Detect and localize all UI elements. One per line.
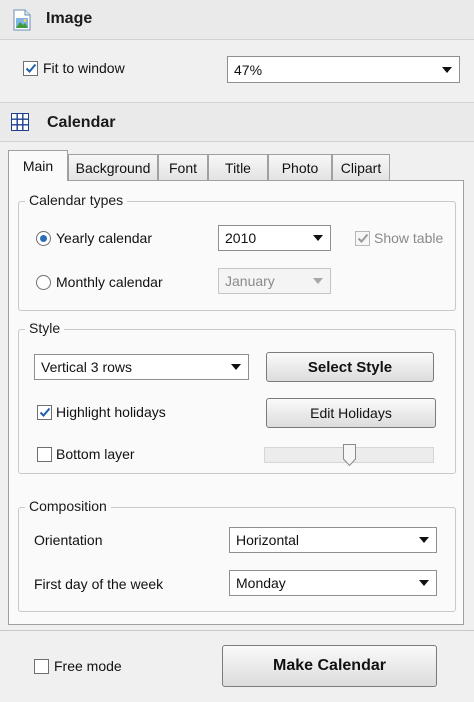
tab-photo-label: Photo: [281, 159, 319, 176]
zoom-value: 47%: [234, 61, 263, 78]
first-day-label: First day of the week: [34, 576, 164, 592]
chevron-down-icon: [419, 580, 429, 586]
tab-main[interactable]: Main: [8, 150, 68, 181]
fit-to-window-checkbox[interactable]: [23, 61, 38, 76]
monthly-calendar-radio[interactable]: [36, 275, 51, 290]
chevron-down-icon: [442, 66, 452, 73]
style-select[interactable]: Vertical 3 rows: [34, 354, 249, 380]
calendar-types-group: [18, 201, 456, 311]
slider-thumb[interactable]: [343, 444, 356, 467]
edit-holidays-label: Edit Holidays: [310, 405, 392, 421]
calendar-types-legend: Calendar types: [25, 192, 128, 208]
select-style-button[interactable]: Select Style: [266, 352, 434, 382]
free-mode-checkbox[interactable]: [34, 659, 49, 674]
tab-clipart-label: Clipart: [340, 159, 382, 176]
highlight-holidays-label: Highlight holidays: [56, 404, 166, 420]
calendar-section-header[interactable]: Calendar: [0, 102, 474, 142]
year-select[interactable]: 2010: [218, 225, 331, 251]
composition-group: [18, 507, 456, 612]
orientation-select[interactable]: Horizontal: [229, 527, 437, 553]
zoom-select[interactable]: 47%: [227, 56, 460, 83]
monthly-calendar-label: Monthly calendar: [56, 274, 163, 290]
year-value: 2010: [225, 230, 257, 246]
tab-clipart[interactable]: Clipart: [332, 154, 390, 180]
style-legend: Style: [25, 320, 65, 336]
tab-main-label: Main: [22, 158, 54, 174]
month-select[interactable]: January: [218, 268, 331, 294]
chevron-down-icon: [231, 364, 241, 370]
free-mode-label: Free mode: [54, 658, 122, 674]
tab-font-label: Font: [168, 159, 197, 176]
bottom-layer-checkbox[interactable]: [37, 447, 52, 462]
orientation-label: Orientation: [34, 532, 103, 548]
first-day-select[interactable]: Monday: [229, 570, 437, 596]
yearly-calendar-radio[interactable]: [36, 231, 51, 246]
edit-holidays-button[interactable]: Edit Holidays: [266, 398, 436, 428]
footer-divider: [0, 630, 474, 631]
bottom-layer-label: Bottom layer: [56, 446, 135, 462]
checkmark-icon: [357, 233, 368, 243]
month-value: January: [225, 273, 275, 289]
checkmark-icon: [39, 407, 50, 417]
show-table-label: Show table: [374, 230, 444, 246]
composition-legend: Composition: [25, 498, 111, 514]
yearly-calendar-label: Yearly calendar: [56, 230, 152, 246]
chevron-down-icon: [313, 278, 323, 284]
highlight-holidays-checkbox[interactable]: [37, 405, 52, 420]
tab-background[interactable]: Background: [68, 154, 158, 180]
make-calendar-button[interactable]: Make Calendar: [222, 645, 437, 687]
style-value: Vertical 3 rows: [41, 359, 133, 375]
bottom-layer-slider[interactable]: [264, 444, 434, 467]
radio-selected-dot: [40, 235, 47, 242]
tab-font[interactable]: Font: [158, 154, 208, 180]
orientation-value: Horizontal: [236, 532, 300, 548]
calendar-grid-icon: [11, 113, 29, 131]
tab-background-label: Background: [75, 159, 151, 176]
first-day-value: Monday: [236, 575, 286, 591]
calendar-section-title: Calendar: [47, 114, 116, 131]
make-calendar-label: Make Calendar: [273, 657, 386, 674]
tab-title-label: Title: [225, 159, 251, 176]
checkmark-icon: [25, 63, 36, 73]
tab-photo[interactable]: Photo: [268, 154, 332, 180]
tab-panel-main: Calendar types Yearly calendar 2010 Show…: [8, 180, 464, 625]
image-section-header[interactable]: Image: [0, 0, 474, 40]
image-icon: [12, 9, 32, 31]
tab-title[interactable]: Title: [208, 154, 268, 180]
image-section-title: Image: [46, 10, 93, 27]
select-style-label: Select Style: [307, 358, 393, 376]
chevron-down-icon: [419, 537, 429, 543]
fit-to-window-label: Fit to window: [43, 60, 125, 76]
chevron-down-icon: [313, 235, 323, 241]
show-table-checkbox[interactable]: [355, 231, 370, 246]
